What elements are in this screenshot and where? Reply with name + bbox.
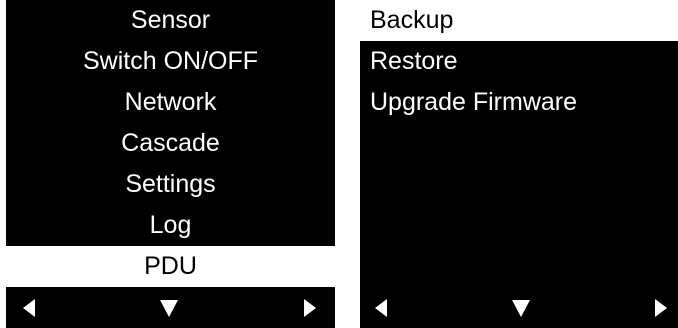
menu-item-pdu[interactable]: PDU bbox=[6, 246, 335, 287]
menu-item-cascade[interactable]: Cascade bbox=[6, 123, 335, 164]
menu-item-sensor[interactable]: Sensor bbox=[6, 0, 335, 41]
left-arrow-icon[interactable] bbox=[23, 299, 35, 317]
menu-item-settings[interactable]: Settings bbox=[6, 164, 335, 205]
right-arrow-icon[interactable] bbox=[655, 299, 667, 317]
softkey-bar bbox=[6, 288, 335, 328]
menu-item-log[interactable]: Log bbox=[6, 205, 335, 246]
down-arrow-icon[interactable] bbox=[160, 300, 178, 317]
menu-item-switch-on-off[interactable]: Switch ON/OFF bbox=[6, 41, 335, 82]
softkey-bar bbox=[360, 288, 678, 328]
down-arrow-icon[interactable] bbox=[512, 300, 530, 317]
left-arrow-icon[interactable] bbox=[375, 299, 387, 317]
right-arrow-icon[interactable] bbox=[304, 299, 316, 317]
menu-item-backup[interactable]: Backup bbox=[360, 0, 678, 41]
menu-item-restore[interactable]: Restore bbox=[360, 41, 678, 82]
pdu-submenu-screen: Backup Restore Upgrade Firmware bbox=[360, 0, 678, 328]
main-menu-screen: Sensor Switch ON/OFF Network Cascade Set… bbox=[6, 0, 335, 328]
menu-item-network[interactable]: Network bbox=[6, 82, 335, 123]
menu-item-upgrade-firmware[interactable]: Upgrade Firmware bbox=[360, 82, 678, 123]
